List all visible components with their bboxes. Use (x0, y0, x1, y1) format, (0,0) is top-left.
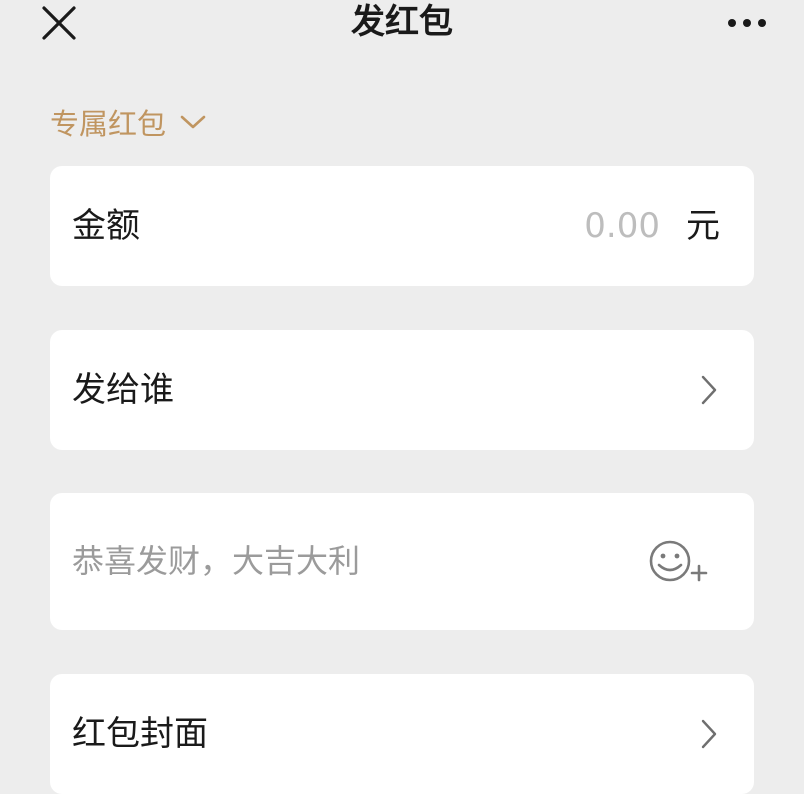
greeting-input[interactable]: 恭喜发财，大吉大利 (72, 493, 612, 630)
amount-card[interactable]: 金额 0.00 元 (50, 166, 754, 286)
amount-label: 金额 (72, 206, 140, 246)
recipient-row[interactable]: 发给谁 (50, 330, 754, 450)
emoji-button[interactable] (648, 537, 712, 587)
more-icon (728, 19, 766, 27)
page-title: 发红包 (351, 2, 453, 42)
amount-unit: 元 (686, 206, 720, 246)
cover-label: 红包封面 (72, 714, 208, 754)
more-button[interactable] (720, 8, 774, 38)
greeting-card: 恭喜发财，大吉大利 (50, 493, 754, 630)
emoji-add-icon (649, 540, 708, 582)
chevron-right-icon (701, 375, 717, 405)
recipient-label: 发给谁 (72, 370, 174, 410)
packet-type-label: 专属红包 (50, 107, 167, 141)
top-bar: 发红包 (0, 0, 804, 56)
packet-type-selector[interactable]: 专属红包 (50, 100, 206, 144)
chevron-right-icon (701, 719, 717, 749)
amount-input[interactable]: 0.00 (584, 166, 660, 286)
cover-row[interactable]: 红包封面 (50, 674, 754, 794)
chevron-down-icon (180, 115, 206, 129)
